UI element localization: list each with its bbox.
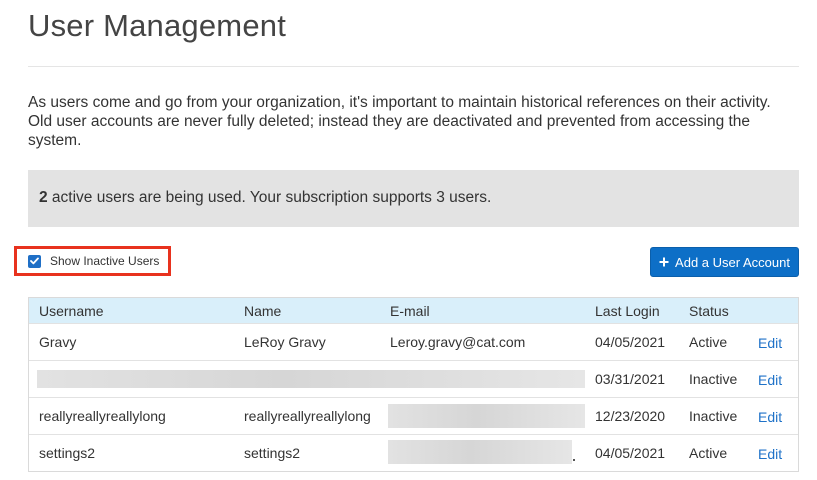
active-user-count: 2 [39, 189, 48, 206]
title-divider [28, 66, 799, 67]
header-status[interactable]: Status [689, 298, 729, 323]
show-inactive-label: Show Inactive Users [50, 254, 160, 268]
edit-user-link[interactable]: Edit [758, 333, 782, 351]
show-inactive-users-toggle[interactable]: Show Inactive Users [14, 246, 171, 276]
cell-last-login: 04/05/2021 [595, 334, 666, 350]
table-row: reallyreallyreallylong reallyreallyreall… [29, 397, 798, 434]
add-user-account-button[interactable]: Add a User Account [650, 247, 799, 277]
redaction-trailing-dot [573, 459, 575, 461]
edit-user-link[interactable]: Edit [758, 407, 782, 425]
cell-status: Inactive [689, 408, 738, 424]
subscription-banner: 2 active users are being used. Your subs… [28, 170, 799, 227]
cell-name: LeRoy Gravy [244, 334, 326, 350]
cell-last-login: 03/31/2021 [595, 371, 666, 387]
header-name[interactable]: Name [244, 298, 281, 323]
edit-user-link[interactable]: Edit [758, 444, 782, 462]
cell-username: reallyreallyreallylong [39, 408, 166, 424]
cell-name: settings2 [244, 445, 301, 461]
cell-username: settings2 [39, 445, 96, 461]
redacted-email [388, 404, 585, 428]
cell-name: reallyreallyreallylong [244, 408, 371, 424]
cell-status: Active [689, 334, 728, 350]
redacted-email [388, 440, 572, 464]
redacted-username-name-email [37, 370, 585, 388]
subscription-message: active users are being used. Your subscr… [47, 189, 492, 206]
cell-username: Gravy [39, 334, 77, 350]
table-row: Gravy LeRoy Gravy Leroy.gravy@cat.com 04… [29, 323, 798, 360]
plus-icon [659, 257, 669, 267]
header-email[interactable]: E-mail [390, 298, 430, 323]
header-last-login[interactable]: Last Login [595, 298, 660, 323]
edit-user-link[interactable]: Edit [758, 370, 782, 388]
table-row: 03/31/2021 Inactive Edit [29, 360, 798, 397]
header-username[interactable]: Username [39, 298, 104, 323]
cell-last-login: 12/23/2020 [595, 408, 666, 424]
page-title: User Management [28, 8, 287, 43]
cell-last-login: 04/05/2021 [595, 445, 666, 461]
add-user-account-label: Add a User Account [675, 254, 790, 270]
cell-email: Leroy.gravy@cat.com [390, 334, 526, 350]
users-table: Username Name E-mail Last Login Status G… [28, 297, 799, 472]
check-icon [30, 257, 39, 265]
user-management-page: User Management As users come and go fro… [0, 0, 817, 480]
cell-status: Inactive [689, 371, 738, 387]
intro-text: As users come and go from your organizat… [28, 94, 771, 149]
table-header-row: Username Name E-mail Last Login Status [29, 298, 798, 323]
show-inactive-checkbox[interactable] [28, 254, 41, 268]
cell-status: Active [689, 445, 728, 461]
table-row: settings2 settings2 04/05/2021 Active Ed… [29, 434, 798, 471]
